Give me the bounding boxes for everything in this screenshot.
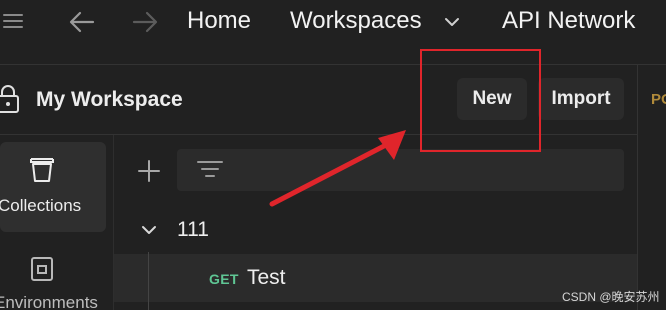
tree-guide-line xyxy=(148,252,149,310)
method-badge: GET xyxy=(209,271,239,287)
workspace-title: My Workspace xyxy=(36,88,183,111)
nav-workspaces[interactable]: Workspaces xyxy=(290,7,422,35)
sidebar-item-label: Collections xyxy=(0,196,82,215)
chevron-down-icon[interactable] xyxy=(140,222,158,238)
watermark: CSDN @晚安苏州 xyxy=(562,290,660,304)
environments-icon xyxy=(29,255,55,283)
plus-icon[interactable] xyxy=(136,158,162,184)
panel-divider xyxy=(637,65,638,310)
nav-home[interactable]: Home xyxy=(187,7,251,35)
import-button[interactable]: Import xyxy=(538,78,624,120)
right-panel-tab[interactable]: PO xyxy=(651,91,666,108)
arrow-left-icon[interactable] xyxy=(68,8,96,36)
request-row[interactable] xyxy=(114,254,637,302)
lock-icon xyxy=(0,84,20,114)
request-name: Test xyxy=(247,266,286,289)
hamburger-icon[interactable] xyxy=(3,12,23,30)
collections-icon xyxy=(29,156,55,184)
collection-name: 111 xyxy=(177,218,209,241)
chevron-down-icon[interactable] xyxy=(443,14,461,30)
arrow-right-icon[interactable] xyxy=(131,8,159,36)
nav-api-network[interactable]: API Network xyxy=(502,7,635,35)
annotation-arrow-icon xyxy=(269,130,406,207)
sidebar-item-label[interactable]: Environments xyxy=(0,293,98,310)
filter-icon[interactable] xyxy=(196,159,224,181)
annotation-highlight-box xyxy=(420,49,541,152)
